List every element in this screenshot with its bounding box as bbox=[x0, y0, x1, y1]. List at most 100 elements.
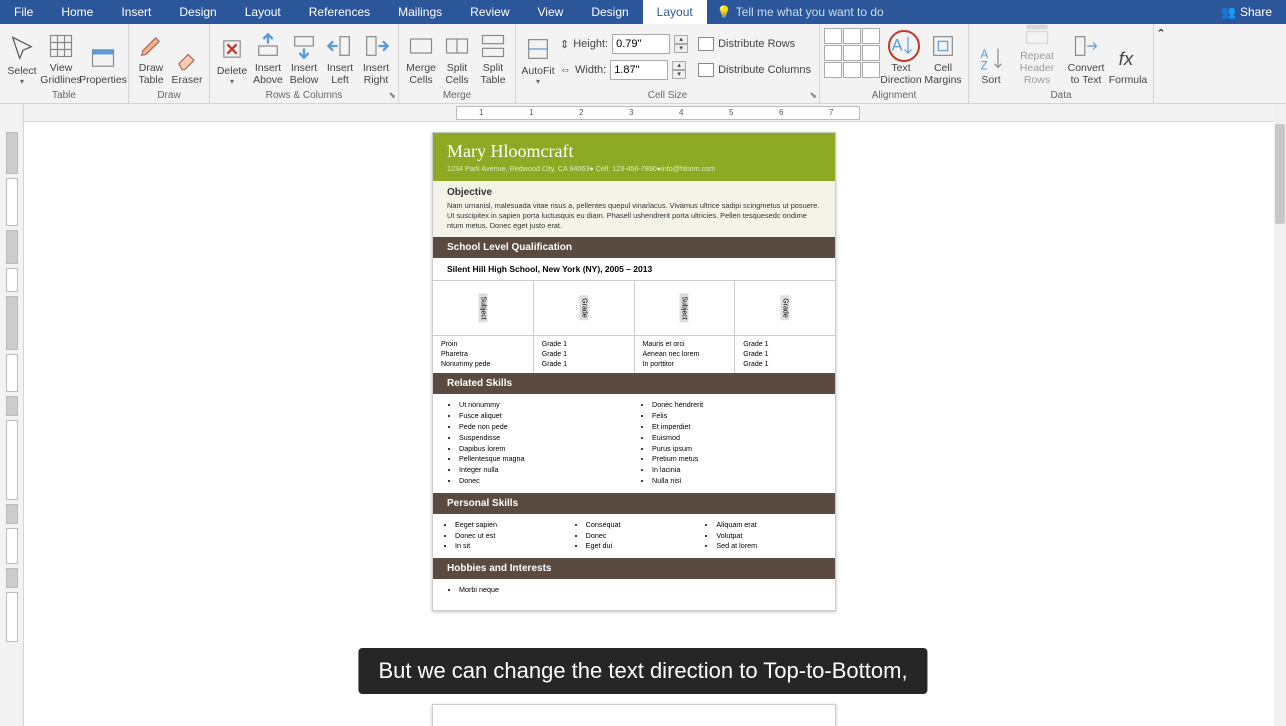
personal-list-3[interactable]: Aliquam eratVolutpatSed at lorem bbox=[702, 520, 827, 552]
height-input[interactable] bbox=[612, 34, 670, 54]
merge-cells-button[interactable]: Merge Cells bbox=[403, 26, 439, 88]
text-direction-button[interactable]: AText Direction bbox=[880, 26, 922, 88]
convert-text-button[interactable]: Convert to Text bbox=[1065, 26, 1107, 88]
width-up[interactable]: ▴ bbox=[672, 61, 686, 70]
tab-insert[interactable]: Insert bbox=[107, 0, 165, 24]
align-mr[interactable] bbox=[862, 45, 880, 61]
vertical-ruler[interactable] bbox=[0, 104, 24, 726]
personal-list-2[interactable]: ConsequatDonecEget dui bbox=[572, 520, 697, 552]
tab-home[interactable]: Home bbox=[47, 0, 107, 24]
rowscols-launcher[interactable]: ⬊ bbox=[388, 90, 396, 101]
select-button[interactable]: Select▾ bbox=[4, 26, 40, 88]
group-rows-columns: Delete▾ Insert Above Insert Below Insert… bbox=[210, 24, 399, 103]
page-2 bbox=[432, 704, 836, 726]
properties-button[interactable]: Properties bbox=[82, 26, 124, 88]
align-ml[interactable] bbox=[824, 45, 842, 61]
collapse-ribbon-button[interactable]: ˆ bbox=[1154, 24, 1168, 103]
align-br[interactable] bbox=[862, 62, 880, 78]
width-input[interactable] bbox=[610, 60, 668, 80]
insert-below-button[interactable]: Insert Below bbox=[286, 26, 322, 88]
insert-right-button[interactable]: Insert Right bbox=[358, 26, 394, 88]
split-table-button[interactable]: Split Table bbox=[475, 26, 511, 88]
ruler-mark: 2 bbox=[579, 108, 583, 117]
cell-margins-button[interactable]: Cell Margins bbox=[922, 26, 964, 88]
tab-review[interactable]: Review bbox=[456, 0, 523, 24]
height-row: ⇕ Height: ▴▾ bbox=[560, 32, 688, 56]
height-down[interactable]: ▾ bbox=[674, 44, 688, 53]
table-cell[interactable]: Mauris et orci Aenean nec lorem In portt… bbox=[635, 336, 736, 373]
tell-me-label: Tell me what you want to do bbox=[736, 5, 884, 19]
vertical-scrollbar[interactable] bbox=[1274, 104, 1286, 726]
convert-label: Convert to Text bbox=[1068, 62, 1105, 86]
view-gridlines-button[interactable]: View Gridlines bbox=[40, 26, 82, 88]
table-cell[interactable]: Grade bbox=[534, 281, 635, 335]
tab-layout[interactable]: Layout bbox=[231, 0, 295, 24]
pencil-icon bbox=[137, 32, 165, 60]
objective-heading[interactable]: Objective bbox=[447, 187, 821, 198]
tab-view[interactable]: View bbox=[524, 0, 578, 24]
align-tl[interactable] bbox=[824, 28, 842, 44]
align-tc[interactable] bbox=[843, 28, 861, 44]
table-cell[interactable]: Grade bbox=[735, 281, 835, 335]
draw-table-button[interactable]: Draw Table bbox=[133, 26, 169, 88]
school-name[interactable]: Silent Hill High School, New York (NY), … bbox=[433, 258, 835, 280]
distribute-rows-button[interactable]: Distribute Rows bbox=[694, 32, 815, 56]
skills-list-2[interactable]: Donec hendreritFelisEt imperdietEuismodP… bbox=[634, 400, 827, 486]
skills-list-1[interactable]: Ut nonummyFusce aliquetPede non pedeSusp… bbox=[441, 400, 634, 486]
repeat-header-button[interactable]: Repeat Header Rows bbox=[1009, 26, 1065, 88]
merge-icon bbox=[407, 32, 435, 60]
personal-list-1[interactable]: Eeget sapienDonec ut estIn sit bbox=[441, 520, 566, 552]
school-heading[interactable]: School Level Qualification bbox=[433, 237, 835, 258]
tab-design[interactable]: Design bbox=[165, 0, 230, 24]
distribute-columns-button[interactable]: Distribute Columns bbox=[694, 58, 815, 82]
tab-table-layout[interactable]: Layout bbox=[643, 0, 707, 24]
split-cells-button[interactable]: Split Cells bbox=[439, 26, 475, 88]
document-canvas[interactable]: Mary Hloomcraft 1234 Park Avenue, Redwoo… bbox=[24, 122, 1274, 726]
align-bc[interactable] bbox=[843, 62, 861, 78]
gridlines-icon bbox=[47, 32, 75, 60]
delete-label: Delete bbox=[217, 65, 247, 77]
align-bl[interactable] bbox=[824, 62, 842, 78]
hobbies-list[interactable]: Morbi neque bbox=[441, 585, 827, 596]
tab-mailings[interactable]: Mailings bbox=[384, 0, 456, 24]
properties-icon bbox=[89, 44, 117, 72]
tell-me[interactable]: 💡Tell me what you want to do bbox=[707, 5, 894, 19]
video-caption: But we can change the text direction to … bbox=[358, 648, 927, 694]
personal-heading[interactable]: Personal Skills bbox=[433, 493, 835, 514]
width-down[interactable]: ▾ bbox=[672, 70, 686, 79]
insert-right-label: Insert Right bbox=[363, 62, 389, 86]
dist-rows-label: Distribute Rows bbox=[718, 38, 795, 50]
formula-button[interactable]: fxFormula bbox=[1107, 26, 1149, 88]
scrollbar-thumb[interactable] bbox=[1275, 124, 1285, 224]
table-cell[interactable]: Grade 1 Grade 1 Grade 1 bbox=[735, 336, 835, 373]
hobbies-heading[interactable]: Hobbies and Interests bbox=[433, 558, 835, 579]
height-up[interactable]: ▴ bbox=[674, 35, 688, 44]
list-item: Pede non pede bbox=[459, 422, 634, 433]
tab-table-design[interactable]: Design bbox=[577, 0, 642, 24]
table-cell[interactable]: Subject bbox=[433, 281, 534, 335]
cellsize-launcher[interactable]: ⬊ bbox=[809, 90, 817, 101]
tab-file[interactable]: File bbox=[0, 0, 47, 24]
width-icon: ⇔ bbox=[560, 64, 571, 76]
table-cell[interactable]: Grade 1 Grade 1 Grade 1 bbox=[534, 336, 635, 373]
resume-contact[interactable]: 1234 Park Avenue, Redwood City, CA 94063… bbox=[447, 164, 821, 173]
delete-button[interactable]: Delete▾ bbox=[214, 26, 250, 88]
table-cell[interactable]: Subject bbox=[635, 281, 736, 335]
align-tr[interactable] bbox=[862, 28, 880, 44]
ruler-mark: 1 bbox=[479, 108, 483, 117]
tab-references[interactable]: References bbox=[295, 0, 384, 24]
repeat-header-icon bbox=[1023, 20, 1051, 48]
eraser-button[interactable]: Eraser bbox=[169, 26, 205, 88]
related-heading[interactable]: Related Skills bbox=[433, 373, 835, 394]
horizontal-ruler[interactable]: 1 1 2 3 4 5 6 7 bbox=[24, 104, 1286, 122]
insert-below-icon bbox=[290, 32, 318, 60]
insert-left-button[interactable]: Insert Left bbox=[322, 26, 358, 88]
sort-button[interactable]: AZSort bbox=[973, 26, 1009, 88]
table-cell[interactable]: Proin Pharetra Nonummy pede bbox=[433, 336, 534, 373]
insert-above-button[interactable]: Insert Above bbox=[250, 26, 286, 88]
align-mc[interactable] bbox=[843, 45, 861, 61]
objective-text[interactable]: Nam urnanisl, malesuada vitae risus a, p… bbox=[447, 201, 821, 231]
share-button[interactable]: 👥Share bbox=[1207, 5, 1286, 19]
autofit-button[interactable]: AutoFit▾ bbox=[520, 26, 556, 88]
resume-name[interactable]: Mary Hloomcraft bbox=[447, 141, 821, 162]
